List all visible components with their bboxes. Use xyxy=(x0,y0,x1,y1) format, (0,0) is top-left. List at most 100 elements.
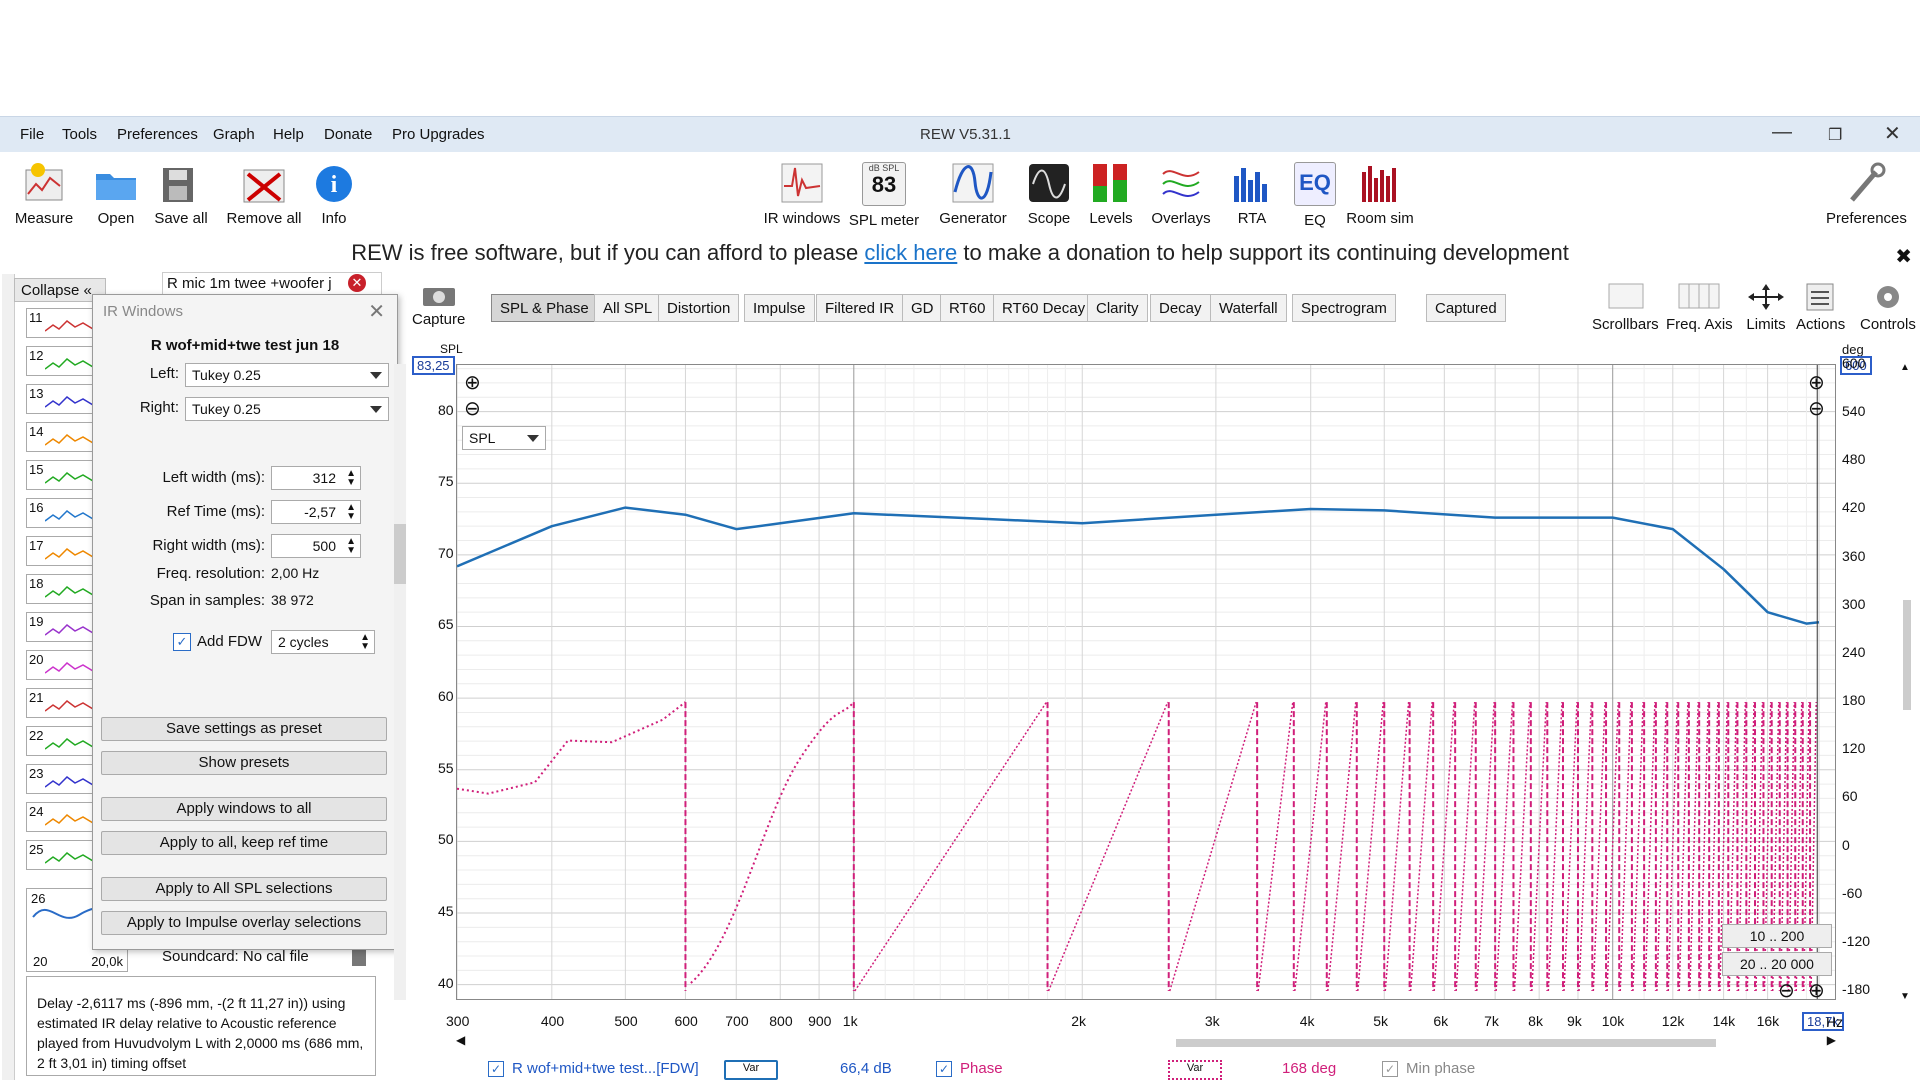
scrollbar-thumb[interactable] xyxy=(394,524,406,584)
graph-plot-area[interactable] xyxy=(456,364,1836,1000)
capture-button[interactable]: Capture xyxy=(412,282,465,328)
graph-v-scrollbar[interactable]: ▲ ▼ xyxy=(1900,362,1914,1002)
measurement-thumb[interactable]: 17 xyxy=(26,536,94,566)
tab-waterfall[interactable]: Waterfall xyxy=(1210,294,1287,322)
tab-spectrogram[interactable]: Spectrogram xyxy=(1292,294,1396,322)
tab-all-spl[interactable]: All SPL xyxy=(594,294,662,322)
dialog-scrollbar[interactable] xyxy=(394,364,406,1000)
measure-button[interactable]: Measure xyxy=(4,162,84,227)
menu-graph[interactable]: Graph xyxy=(213,126,255,143)
ir-windows-button[interactable]: IR windows xyxy=(762,162,842,227)
spinner-icon[interactable]: ▲ ▼ xyxy=(346,537,356,556)
close-icon[interactable]: ✕ xyxy=(368,299,385,324)
right-width-input[interactable]: 500 ▲ ▼ xyxy=(271,534,361,558)
measurement-thumb[interactable]: 12 xyxy=(26,346,94,376)
phase-var-button[interactable]: Var xyxy=(1168,1060,1222,1080)
trace-select[interactable]: SPL xyxy=(462,426,546,450)
restore-icon[interactable]: ❐ xyxy=(1828,125,1842,145)
tab-clarity[interactable]: Clarity xyxy=(1087,294,1148,322)
chevron-down-icon[interactable]: ▼ xyxy=(1900,991,1910,1002)
chevron-left-icon[interactable]: ◀ xyxy=(456,1033,465,1047)
tab-gd[interactable]: GD xyxy=(902,294,943,322)
spl-top-badge[interactable]: 83,25 xyxy=(412,356,455,375)
measurement-thumb[interactable]: 16 xyxy=(26,498,94,528)
scrollbars-button[interactable]: Scrollbars xyxy=(1592,282,1659,333)
zoom-in-icon[interactable]: ⊕ xyxy=(1808,370,1825,395)
show-presets-button[interactable]: Show presets xyxy=(101,751,387,775)
measurement-thumb[interactable]: 13 xyxy=(26,384,94,414)
tab-impulse[interactable]: Impulse xyxy=(744,294,815,322)
measurement-thumb[interactable]: 23 xyxy=(26,764,94,794)
tab-rt60[interactable]: RT60 xyxy=(940,294,995,322)
banner-close-icon[interactable]: ✖ xyxy=(1895,244,1912,269)
apply-windows-all-button[interactable]: Apply windows to all xyxy=(101,797,387,821)
menu-donate[interactable]: Donate xyxy=(324,126,372,143)
measurement-thumb[interactable]: 21 xyxy=(26,688,94,718)
ref-time-input[interactable]: -2,57 ▲ ▼ xyxy=(271,500,361,524)
measurement-thumb[interactable]: 18 xyxy=(26,574,94,604)
zoom-out-icon[interactable]: ⊖ xyxy=(1778,978,1795,1003)
measurement-thumb[interactable]: 25 xyxy=(26,840,94,870)
menu-preferences[interactable]: Preferences xyxy=(117,126,198,143)
generator-button[interactable]: Generator xyxy=(933,162,1013,227)
add-fdw-checkbox[interactable]: ✓ xyxy=(173,633,191,651)
min-phase-checkbox[interactable]: ✓ xyxy=(1382,1061,1398,1077)
spinner-icon[interactable]: ▲ ▼ xyxy=(346,469,356,488)
save-all-button[interactable]: Save all xyxy=(141,162,221,227)
right-window-select[interactable]: Tukey 0.25 xyxy=(185,397,389,421)
info-button[interactable]: i Info xyxy=(294,162,374,227)
measurement-thumb[interactable]: 22 xyxy=(26,726,94,756)
close-icon[interactable]: ✕ xyxy=(1884,121,1901,146)
donation-link[interactable]: click here xyxy=(864,240,957,265)
fdw-cycles-input[interactable]: 2 cycles ▲ ▼ xyxy=(271,630,375,654)
zoom-out-icon[interactable]: ⊖ xyxy=(1808,396,1825,421)
freq-axis-button[interactable]: Freq. Axis xyxy=(1666,282,1733,333)
spinner-icon[interactable]: ▲ ▼ xyxy=(346,503,356,522)
apply-impulse-overlay-button[interactable]: Apply to Impulse overlay selections xyxy=(101,911,387,935)
measurement-thumb[interactable]: 19 xyxy=(26,612,94,642)
room-sim-button[interactable]: Room sim xyxy=(1340,162,1420,227)
minimize-icon[interactable]: — xyxy=(1772,121,1792,144)
menu-pro-upgrades[interactable]: Pro Upgrades xyxy=(392,126,485,143)
spinner-icon[interactable]: ▲ ▼ xyxy=(360,633,370,652)
range-button-low[interactable]: 10 .. 200 xyxy=(1722,924,1832,948)
controls-button[interactable]: Controls xyxy=(1860,282,1916,333)
remove-measurement-icon[interactable]: ✕ xyxy=(348,274,366,292)
save-preset-button[interactable]: Save settings as preset xyxy=(101,717,387,741)
scrollbar-thumb[interactable] xyxy=(1176,1039,1716,1047)
document-icon[interactable] xyxy=(352,950,366,966)
range-button-full[interactable]: 20 .. 20 000 xyxy=(1722,952,1832,976)
zoom-in-icon[interactable]: ⊕ xyxy=(1808,978,1825,1003)
remove-all-button[interactable]: Remove all xyxy=(224,162,304,227)
apply-keep-ref-button[interactable]: Apply to all, keep ref time xyxy=(101,831,387,855)
chevron-up-icon[interactable]: ▲ xyxy=(1900,362,1910,373)
measurement-thumb[interactable]: 15 xyxy=(26,460,94,490)
zoom-out-icon[interactable]: ⊖ xyxy=(464,396,481,421)
graph-h-scrollbar[interactable]: ◀ ▶ xyxy=(456,1033,1836,1050)
tab-spl-phase[interactable]: SPL & Phase xyxy=(491,294,598,322)
tab-filtered-ir[interactable]: Filtered IR xyxy=(816,294,904,322)
levels-button[interactable]: Levels xyxy=(1071,162,1151,227)
menu-tools[interactable]: Tools xyxy=(62,126,97,143)
preferences-button[interactable]: Preferences xyxy=(1826,162,1907,227)
zoom-in-icon[interactable]: ⊕ xyxy=(464,370,481,395)
limits-button[interactable]: Limits xyxy=(1744,282,1788,333)
menu-help[interactable]: Help xyxy=(273,126,304,143)
tab-rt60-decay[interactable]: RT60 Decay xyxy=(993,294,1095,322)
measurement-thumb[interactable]: 14 xyxy=(26,422,94,452)
left-window-select[interactable]: Tukey 0.25 xyxy=(185,363,389,387)
apply-spl-selections-button[interactable]: Apply to All SPL selections xyxy=(101,877,387,901)
spl-var-button[interactable]: Var xyxy=(724,1060,778,1080)
actions-button[interactable]: Actions xyxy=(1796,282,1845,333)
spl-meter-button[interactable]: dB SPL 83 SPL meter xyxy=(844,162,924,229)
phase-trace-checkbox[interactable]: ✓ xyxy=(936,1061,952,1077)
menu-file[interactable]: File xyxy=(20,126,44,143)
overlays-button[interactable]: Overlays xyxy=(1141,162,1221,227)
chevron-right-icon[interactable]: ▶ xyxy=(1827,1033,1836,1047)
measurement-thumb[interactable]: 24 xyxy=(26,802,94,832)
scrollbar-thumb[interactable] xyxy=(1903,600,1911,710)
measurement-thumb[interactable]: 20 xyxy=(26,650,94,680)
measurement-thumb[interactable]: 11 xyxy=(26,308,94,338)
sidebar-scrollbar[interactable] xyxy=(2,274,15,1080)
left-width-input[interactable]: 312 ▲ ▼ xyxy=(271,466,361,490)
